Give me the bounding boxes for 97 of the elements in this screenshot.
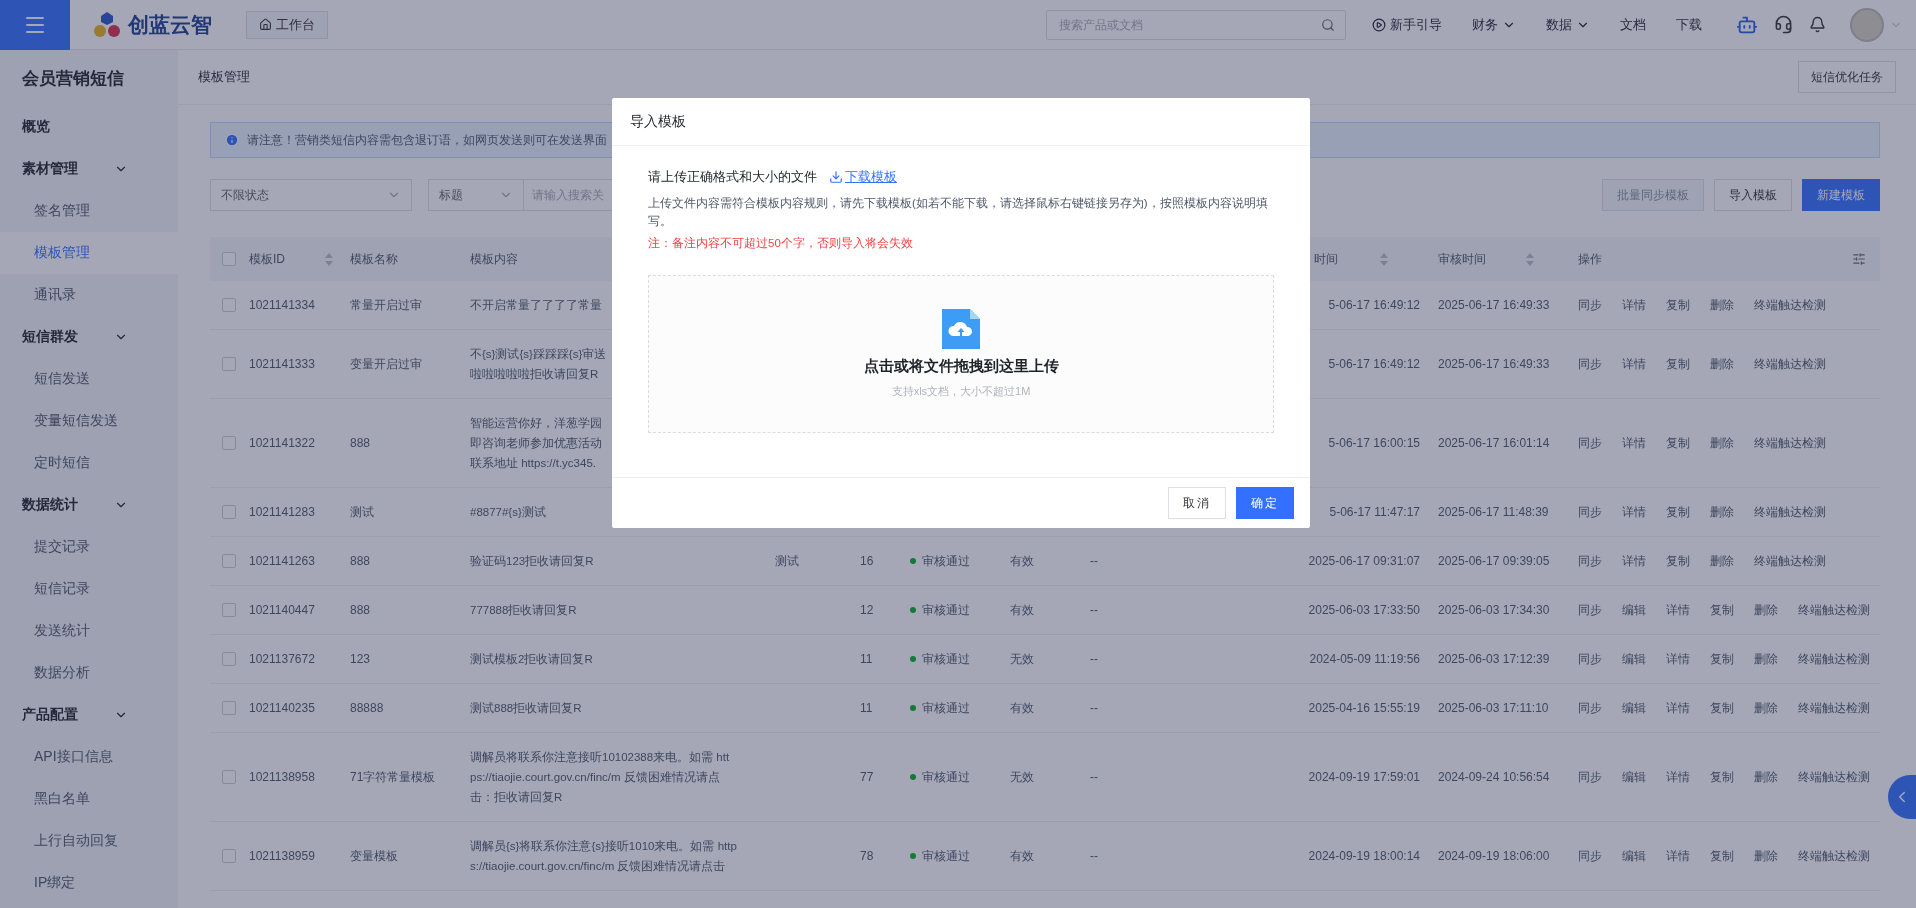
table-cell: 变量模板 <box>350 847 398 865</box>
notice-text: 请注意！营销类短信内容需包含退订语，如网页发送则可在发送界面 <box>247 131 607 149</box>
table-cell: 2025-06-17 16:01:14 <box>1438 436 1550 450</box>
table-cell: 无效 <box>1010 650 1034 668</box>
table-cell: 2024-05-09 11:19:56 <box>1309 652 1420 666</box>
column-header: 模板名称 <box>350 250 398 268</box>
table-cell: -- <box>1090 603 1098 617</box>
table-cell: 1021140235 <box>249 701 315 715</box>
table-cell: -- <box>1090 554 1098 568</box>
table-cell: 1021140447 <box>249 603 315 617</box>
table-cell-text: 即咨询老师参加优惠活动 <box>470 436 603 451</box>
column-header: 时间 <box>1314 250 1338 268</box>
table-cell-text: #8877#{s}测试 <box>470 505 547 520</box>
table-cell: 2024-09-24 10:56:54 <box>1438 770 1550 784</box>
table-cell-text: 不{s}测试{s}踩踩踩{s}审送 <box>470 347 608 362</box>
table-cell: 2025-06-03 17:34:30 <box>1438 603 1550 617</box>
table-cell-text: 不开启常量了了了了常量 <box>470 298 603 313</box>
table-cell: 1021138958 <box>249 770 315 784</box>
status-text: 审核通过 <box>922 847 970 865</box>
table-cell: 2025-06-17 11:48:39 <box>1438 505 1549 519</box>
status-text: 审核通过 <box>922 768 970 786</box>
table-cell: 2025-06-17 09:39:05 <box>1438 554 1550 568</box>
table-cell: 2025-04-16 15:55:19 <box>1308 701 1420 715</box>
table-cell: 71字符常量模板 <box>350 768 436 786</box>
status-text: 审核通过 <box>922 650 970 668</box>
table-cell: 1021138959 <box>249 849 315 863</box>
column-header: 模板ID <box>249 250 285 268</box>
table-cell: 常量开启过审 <box>350 296 422 314</box>
table-cell: 2025-06-17 09:31:07 <box>1308 554 1420 568</box>
table-cell-text: 啦啦啦啦啦拒收请回复R <box>470 367 600 382</box>
table-cell: 1021141263 <box>249 554 315 568</box>
table-cell: 78 <box>860 849 874 863</box>
table-cell-text: s://tiaojie.court.gov.cn/finc/m 反馈困难情况请点击 <box>470 859 727 874</box>
table-cell-text: 联系地址 https://t.yc345. <box>470 456 597 471</box>
table-cell: 1021141322 <box>249 436 315 450</box>
table-cell: 有效 <box>1010 699 1034 717</box>
table-cell: 2025-06-17 16:49:33 <box>1438 298 1550 312</box>
table-cell: 有效 <box>1010 601 1034 619</box>
table-cell-text: 智能运营你好，洋葱学园 <box>470 416 603 431</box>
column-header: 操作 <box>1578 250 1602 268</box>
table-cell: 2024-09-19 18:00:14 <box>1308 849 1420 863</box>
table-cell: 5-06-17 16:49:12 <box>1328 357 1420 371</box>
table-cell: 5-06-17 11:47:17 <box>1329 505 1420 519</box>
dialog-title: 导入模板 <box>630 112 686 131</box>
dropzone-title: 点击或将文件拖拽到这里上传 <box>863 357 1059 376</box>
table-cell: 2025-06-03 17:33:50 <box>1308 603 1420 617</box>
table-cell: -- <box>1090 652 1098 666</box>
table-cell: 5-06-17 16:00:15 <box>1328 436 1420 450</box>
table-cell: -- <box>1090 849 1098 863</box>
table-cell: 16 <box>860 554 874 568</box>
table-cell: 2025-06-17 16:49:33 <box>1438 357 1550 371</box>
table-cell: 有效 <box>1010 552 1034 570</box>
table-cell: 2025-06-03 17:12:39 <box>1438 652 1550 666</box>
table-cell: 123 <box>350 652 371 666</box>
table-cell: 11 <box>860 701 873 715</box>
logo-text: 创蓝云智 <box>128 11 212 38</box>
table-cell-text: ps://tiaojie.court.gov.cn/finc/m 反馈困难情况请点 <box>470 770 721 785</box>
table-cell: 1021141283 <box>249 505 315 519</box>
table-cell: 888 <box>350 603 371 617</box>
table-cell: 2024-09-19 18:06:00 <box>1438 849 1550 863</box>
table-cell-text: 测试模板2拒收请回复R <box>470 652 594 667</box>
table-cell: 11 <box>860 652 873 666</box>
table-cell: 12 <box>860 603 874 617</box>
description-text: 上传文件内容需符合模板内容规则，请先下载模板(如若不能下载，请选择鼠标右键链接另存为)，按照模板内容说明填写。 <box>648 196 1269 229</box>
breadcrumb: 模板管理 <box>198 68 250 86</box>
sidebar-title: 会员营销短信 <box>21 67 125 90</box>
table-cell: 888 <box>350 554 371 568</box>
dropzone-hint: 支持xls文档，大小不超过1M <box>891 384 1031 399</box>
column-header: 审核时间 <box>1438 250 1486 268</box>
warning-note: 注：备注内容不可超过50个字，否则导入将会失效 <box>648 236 914 251</box>
table-cell: 1021141334 <box>249 298 315 312</box>
table-cell: 888 <box>350 436 371 450</box>
table-cell-text: 777888拒收请回复R <box>470 603 578 618</box>
table-cell: 2025-06-03 17:11:10 <box>1438 701 1549 715</box>
table-cell: 无效 <box>1010 768 1034 786</box>
table-cell: -- <box>1090 770 1098 784</box>
table-cell: 5-06-17 16:49:12 <box>1328 298 1420 312</box>
table-cell-text: 调解员将联系你注意接听10102388来电。如需 htt <box>470 750 731 765</box>
table-cell: 变量开启过审 <box>350 355 422 373</box>
status-text: 审核通过 <box>922 699 970 717</box>
table-cell-text: 击：拒收请回复R <box>470 790 564 805</box>
table-cell: 88888 <box>350 701 384 715</box>
status-text: 审核通过 <box>922 601 970 619</box>
status-text: 审核通过 <box>922 552 970 570</box>
table-cell: 77 <box>860 770 874 784</box>
table-cell: 测试 <box>350 503 374 521</box>
table-cell-text: 验证码123拒收请回复R <box>470 554 595 569</box>
table-cell-text: 测试888拒收请回复R <box>470 701 583 716</box>
table-cell: 1021137672 <box>249 652 315 666</box>
table-cell: -- <box>1090 701 1098 715</box>
table-cell-text: 调解员{s}将联系你注意{s}接听1010来电。如需 http <box>470 839 738 854</box>
column-header: 模板内容 <box>470 250 518 268</box>
table-cell: 测试 <box>775 552 799 570</box>
table-cell: 1021141333 <box>249 357 315 371</box>
table-cell: 2024-09-19 17:59:01 <box>1308 770 1420 784</box>
upload-prompt: 请上传正确格式和大小的文件 <box>648 168 817 186</box>
table-cell: 有效 <box>1010 847 1034 865</box>
